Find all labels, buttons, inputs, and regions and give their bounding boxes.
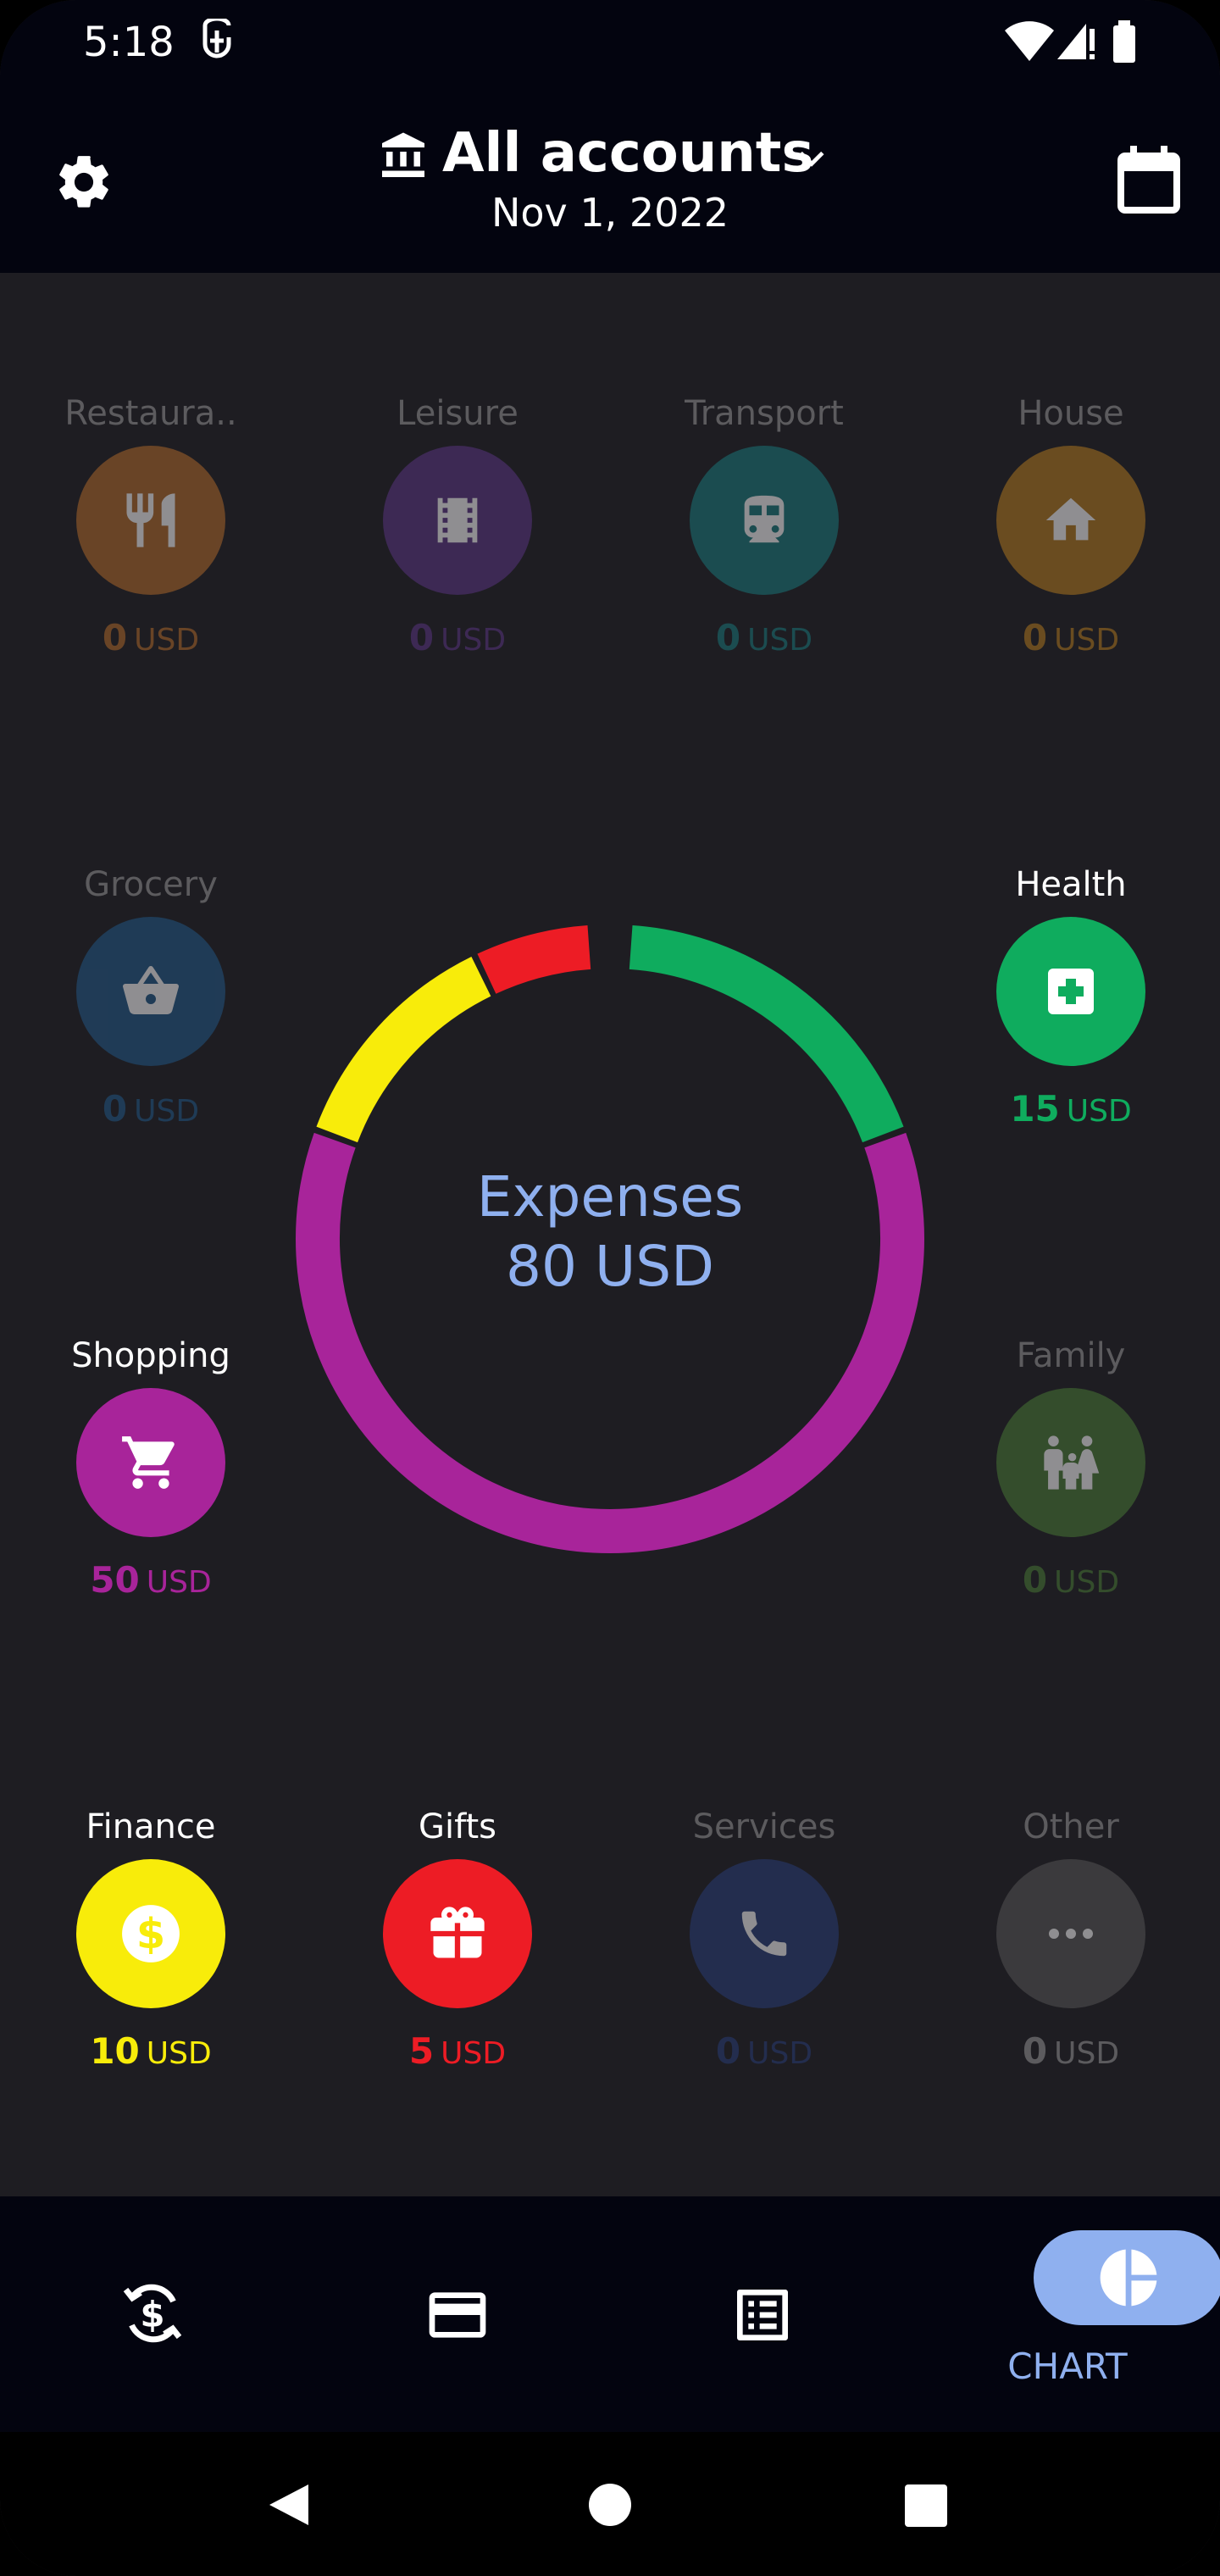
category-amount: 0 USD	[1022, 1559, 1120, 1601]
category-button[interactable]	[76, 1388, 225, 1537]
category-amount: 10 USD	[90, 2030, 212, 2072]
nav-chart-label: CHART	[1007, 2346, 1128, 2387]
category-button[interactable]	[383, 446, 532, 595]
category-button[interactable]	[383, 1859, 532, 2008]
calendar-icon[interactable]	[1115, 144, 1183, 219]
category-button[interactable]	[690, 1859, 839, 2008]
chevron-down-icon	[793, 139, 830, 180]
expenses-title: Expenses	[476, 1164, 744, 1230]
donut-slice-finance	[316, 957, 491, 1143]
category-label: Other	[1023, 1807, 1119, 1846]
category-family[interactable]: Family 0 USD	[969, 1332, 1173, 1603]
category-chart-area: Restaura.. 0 USD Leisure 0 USD Transport 0…	[0, 273, 1220, 2196]
category-health[interactable]: Health 15 USD	[969, 861, 1173, 1132]
category-grocery[interactable]: Grocery 0 USD	[49, 861, 252, 1132]
category-label: Gifts	[418, 1807, 496, 1846]
system-navigation-bar	[0, 2432, 1220, 2576]
category-services[interactable]: Services 0 USD	[663, 1803, 866, 2074]
back-icon[interactable]	[266, 2481, 313, 2529]
account-selector[interactable]: All accounts Nov 1, 2022	[373, 119, 847, 246]
wifi-icon	[1003, 19, 1056, 67]
category-button[interactable]	[76, 446, 225, 595]
donut-slice-health	[629, 924, 904, 1143]
category-amount: 5 USD	[408, 2030, 507, 2072]
category-label: Leisure	[396, 394, 518, 433]
category-amount: 0 USD	[715, 617, 813, 658]
recents-icon[interactable]	[905, 2484, 947, 2527]
category-label: Finance	[86, 1807, 216, 1846]
nav-list[interactable]	[610, 2196, 915, 2432]
category-label: Services	[692, 1807, 836, 1846]
category-label: Restaura..	[64, 394, 237, 433]
bank-icon	[378, 130, 429, 186]
category-label: Family	[1016, 1336, 1126, 1375]
category-house[interactable]: House 0 USD	[969, 390, 1173, 661]
status-bar: 5:18	[0, 0, 1220, 85]
category-amount: 15 USD	[1010, 1088, 1132, 1130]
category-button[interactable]	[996, 1388, 1145, 1537]
category-amount: 50 USD	[90, 1559, 212, 1601]
donut-slice-gifts	[477, 924, 591, 994]
cell-signal-icon	[1056, 19, 1098, 67]
category-button[interactable]	[690, 446, 839, 595]
bottom-navigation: $ CHART	[0, 2196, 1220, 2432]
category-gifts[interactable]: Gifts 5 USD	[356, 1803, 559, 2074]
category-label: Grocery	[84, 865, 218, 904]
nav-chart[interactable]: CHART	[915, 2196, 1220, 2432]
home-icon[interactable]	[588, 2483, 632, 2527]
credit-card-icon	[429, 2292, 486, 2338]
expenses-total: 80 USD	[506, 1234, 714, 1299]
category-amount: 0 USD	[102, 617, 200, 658]
notification-icon	[198, 16, 236, 70]
category-amount: 0 USD	[408, 617, 507, 658]
nav-accounts[interactable]	[305, 2196, 610, 2432]
category-shopping[interactable]: Shopping 50 USD	[49, 1332, 252, 1603]
category-button[interactable]	[996, 917, 1145, 1066]
exchange-dollar-icon: $	[123, 2284, 182, 2343]
category-button[interactable]: $	[76, 1859, 225, 2008]
app-header: All accounts Nov 1, 2022	[0, 85, 1220, 273]
category-button[interactable]	[996, 446, 1145, 595]
category-amount: 0 USD	[715, 2030, 813, 2072]
category-amount: 0 USD	[1022, 2030, 1120, 2072]
expenses-summary: Expenses 80 USD	[373, 1163, 847, 1302]
category-label: Shopping	[71, 1336, 230, 1375]
category-label: Transport	[685, 394, 844, 433]
category-amount: 0 USD	[102, 1088, 200, 1130]
category-label: Health	[1015, 865, 1127, 904]
category-label: House	[1018, 394, 1124, 433]
category-leisure[interactable]: Leisure 0 USD	[356, 390, 559, 661]
battery-icon	[1110, 19, 1139, 70]
svg-text:$: $	[136, 1909, 165, 1958]
status-time: 5:18	[83, 19, 175, 66]
category-button[interactable]	[76, 917, 225, 1066]
svg-text:$: $	[140, 2294, 164, 2335]
category-transport[interactable]: Transport 0 USD	[663, 390, 866, 661]
category-finance[interactable]: Finance $ 10 USD	[49, 1803, 252, 2074]
pie-chart-icon	[1100, 2249, 1157, 2307]
nav-transactions[interactable]: $	[0, 2196, 305, 2432]
list-icon	[737, 2290, 788, 2340]
phone-screen: 5:18 All accounts Nov 1, 2022 Restaura..…	[0, 0, 1220, 2576]
category-button[interactable]	[996, 1859, 1145, 2008]
category-other[interactable]: Other 0 USD	[969, 1803, 1173, 2074]
selected-date: Nov 1, 2022	[491, 190, 729, 236]
category-amount: 0 USD	[1022, 617, 1120, 658]
settings-icon[interactable]	[53, 151, 115, 218]
account-label: All accounts	[442, 122, 814, 185]
category-restaurant[interactable]: Restaura.. 0 USD	[49, 390, 252, 661]
